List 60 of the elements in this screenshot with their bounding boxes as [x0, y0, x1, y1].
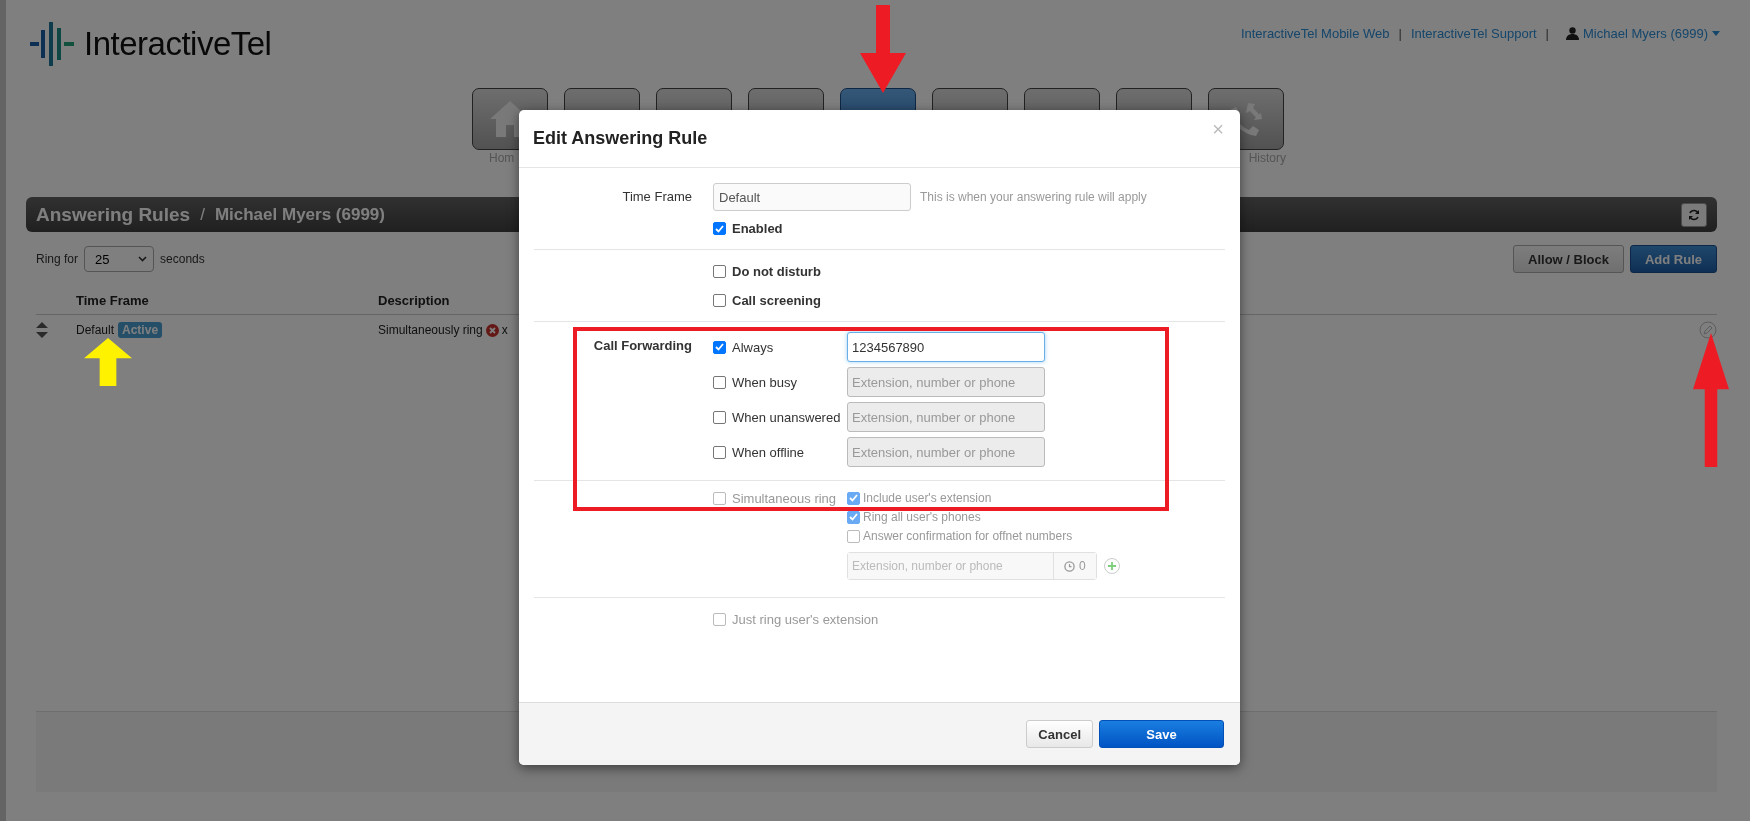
checkbox[interactable] — [713, 265, 726, 278]
remove-icon — [485, 323, 499, 337]
time-frame-field[interactable]: Default — [713, 183, 911, 211]
caret-icon — [138, 256, 148, 262]
checkbox[interactable] — [713, 340, 726, 354]
user-menu[interactable]: Michael Myers (6999) — [1583, 26, 1708, 41]
breadcrumb-separator: / — [200, 204, 205, 225]
ring-select[interactable]: 25 — [84, 246, 155, 272]
checkbox[interactable] — [713, 410, 726, 424]
field-label: Call Forwarding — [592, 337, 692, 355]
status-badge: Active — [118, 322, 163, 338]
close-button[interactable]: × — [1212, 118, 1224, 141]
checkbox-label: Simultaneous ring — [732, 491, 837, 506]
field-hint: This is when your answering rule will apply — [920, 190, 1147, 204]
ring-unit: seconds — [160, 252, 205, 266]
checkbox[interactable] — [713, 294, 726, 307]
caret-icon — [1712, 31, 1720, 36]
table-cell: Default — [76, 323, 115, 337]
dialog-button[interactable]: Save — [1099, 720, 1224, 748]
refresh-button[interactable] — [1681, 202, 1707, 227]
checkbox-label: Answer confirmation for offnet numbers — [863, 529, 1073, 543]
user-icon — [1566, 27, 1579, 40]
checkbox-label: Include user's extension — [863, 491, 992, 505]
table-cell: x — [501, 323, 508, 337]
checkbox[interactable] — [713, 222, 726, 235]
forward-number-field[interactable]: Extension, number or phone — [847, 402, 1045, 432]
checkbox-label: When busy — [732, 374, 798, 390]
link-separator: | — [1398, 26, 1402, 41]
action-button[interactable]: Allow / Block — [1513, 245, 1624, 273]
dialog-button[interactable]: Cancel — [1026, 720, 1093, 748]
refresh-icon — [1688, 208, 1700, 221]
section-title: Answering Rules — [36, 203, 191, 226]
column-header: Description — [378, 293, 450, 308]
action-button[interactable]: Add Rule — [1629, 245, 1717, 273]
checkbox-label: Do not disturb — [732, 264, 821, 279]
link-separator: | — [1545, 26, 1549, 41]
table-cell: Simultaneously ring — [378, 323, 483, 337]
link[interactable]: InteractiveTel Mobile Web — [1240, 26, 1390, 41]
checkbox[interactable] — [713, 375, 726, 389]
forward-number-field[interactable]: Extension, number or phone — [847, 367, 1045, 397]
timer-value: 0 — [1079, 559, 1086, 573]
checkbox-label: When offline — [732, 444, 805, 460]
clock-icon — [1064, 560, 1075, 572]
field-label: Time Frame — [621, 188, 692, 206]
checkbox-label: Ring all user's phones — [863, 510, 981, 524]
checkbox-label: When unanswered — [732, 409, 841, 425]
checkbox-label: Enabled — [732, 221, 783, 236]
checkbox-label: Just ring user's extension — [732, 612, 879, 627]
checkbox-label: Call screening — [732, 293, 821, 308]
ring-label: Ring for — [36, 252, 79, 266]
forward-number-field[interactable]: 1234567890 — [847, 332, 1045, 362]
dialog-title: Edit Answering Rule — [533, 128, 708, 149]
column-header: Time Frame — [76, 293, 149, 308]
section-subtitle: Michael Myers (6999) — [214, 204, 385, 225]
checkbox-label: Always — [732, 339, 774, 355]
link[interactable]: InteractiveTel Support — [1410, 26, 1537, 41]
checkbox[interactable] — [713, 445, 726, 459]
forward-number-field[interactable]: Extension, number or phone — [847, 437, 1045, 467]
logo-text: InteractiveTel — [84, 25, 272, 63]
sort-icon — [36, 322, 48, 338]
